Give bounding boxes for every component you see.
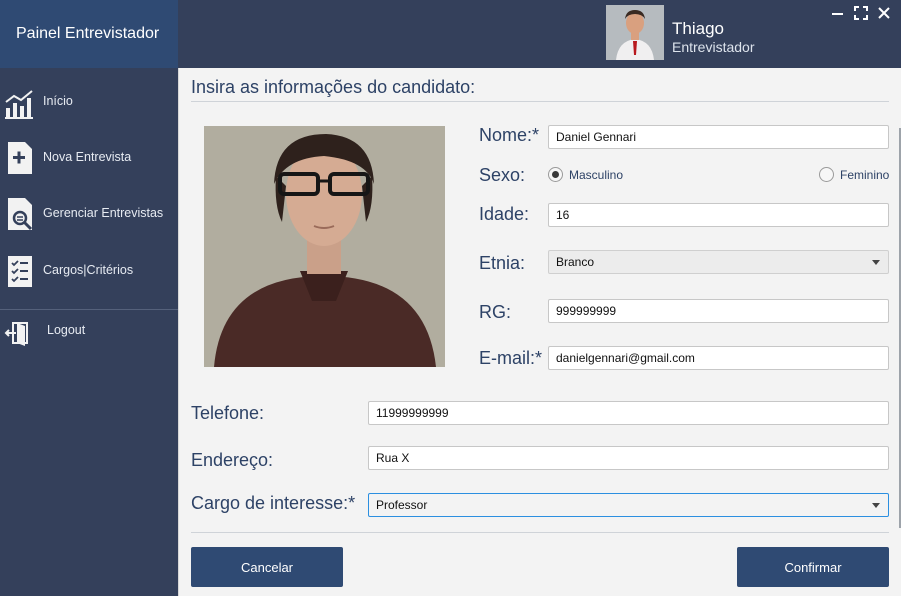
- telefone-field[interactable]: 11999999999: [368, 401, 889, 425]
- sidebar-item-label: Gerenciar Entrevistas: [43, 206, 164, 220]
- nome-label: Nome:*: [479, 125, 540, 145]
- sidebar-item-label: Logout: [47, 323, 86, 337]
- app-brand: Painel Entrevistador: [0, 0, 178, 68]
- brand-title: Painel Entrevistador: [16, 25, 160, 42]
- avatar-image: [606, 5, 664, 60]
- chevron-down-icon: [872, 260, 880, 265]
- divider: [191, 101, 889, 102]
- cancel-button[interactable]: Cancelar: [191, 547, 343, 587]
- user-avatar: [606, 5, 664, 60]
- sidebar-item-label: Início: [43, 94, 73, 108]
- radio-feminino-label: Feminino: [840, 168, 890, 182]
- main-content: Insira as informações do candidato: Nome…: [178, 68, 901, 596]
- etnia-select[interactable]: Branco: [548, 250, 889, 274]
- radio-masculino-label: Masculino: [569, 168, 624, 182]
- radio-masculino[interactable]: [548, 167, 563, 182]
- sidebar-item-logout[interactable]: Logout: [0, 307, 178, 355]
- rg-label: RG:: [479, 302, 512, 322]
- maximize-icon[interactable]: [852, 4, 870, 22]
- etnia-label: Etnia:: [479, 253, 526, 273]
- radio-feminino[interactable]: [819, 167, 834, 182]
- add-document-icon: [4, 140, 36, 176]
- sexo-label: Sexo:: [479, 165, 526, 185]
- idade-field[interactable]: 16: [548, 203, 889, 227]
- email-field[interactable]: danielgennari@gmail.com: [548, 346, 889, 370]
- telefone-label: Telefone:: [191, 403, 265, 423]
- sidebar-item-inicio[interactable]: Início: [0, 78, 178, 126]
- page-title: Insira as informações do candidato:: [191, 77, 476, 97]
- user-name: Thiago: [672, 19, 724, 38]
- sidebar-item-cargos-criterios[interactable]: Cargos|Critérios: [0, 247, 178, 295]
- sidebar-item-label: Cargos|Critérios: [43, 263, 134, 277]
- minimize-icon[interactable]: [829, 4, 847, 22]
- endereco-field[interactable]: Rua X: [368, 446, 889, 470]
- sidebar: Início Nova Entrevista Gerenciar Entrevi…: [0, 68, 178, 596]
- user-role: Entrevistador: [672, 39, 755, 55]
- checklist-icon: [4, 253, 36, 289]
- top-bar: Thiago Entrevistador: [178, 0, 901, 68]
- close-icon[interactable]: [875, 4, 893, 22]
- candidate-photo: [204, 126, 445, 367]
- search-document-icon: [4, 196, 36, 232]
- logout-icon: [4, 313, 36, 349]
- etnia-value: Branco: [556, 255, 595, 269]
- sidebar-item-gerenciar-entrevistas[interactable]: Gerenciar Entrevistas: [0, 190, 178, 238]
- confirm-button[interactable]: Confirmar: [737, 547, 889, 587]
- chart-icon: [4, 84, 36, 120]
- nome-field[interactable]: Daniel Gennari: [548, 125, 889, 149]
- endereco-label: Endereço:: [191, 450, 274, 470]
- sidebar-item-nova-entrevista[interactable]: Nova Entrevista: [0, 134, 178, 182]
- divider: [191, 532, 889, 533]
- cargo-select[interactable]: Professor: [368, 493, 889, 517]
- rg-field[interactable]: 999999999: [548, 299, 889, 323]
- chevron-down-icon: [872, 503, 880, 508]
- cargo-label: Cargo de interesse:*: [191, 493, 356, 513]
- idade-label: Idade:: [479, 204, 530, 224]
- email-label: E-mail:*: [479, 348, 543, 368]
- sidebar-item-label: Nova Entrevista: [43, 150, 132, 164]
- cargo-value: Professor: [376, 498, 428, 512]
